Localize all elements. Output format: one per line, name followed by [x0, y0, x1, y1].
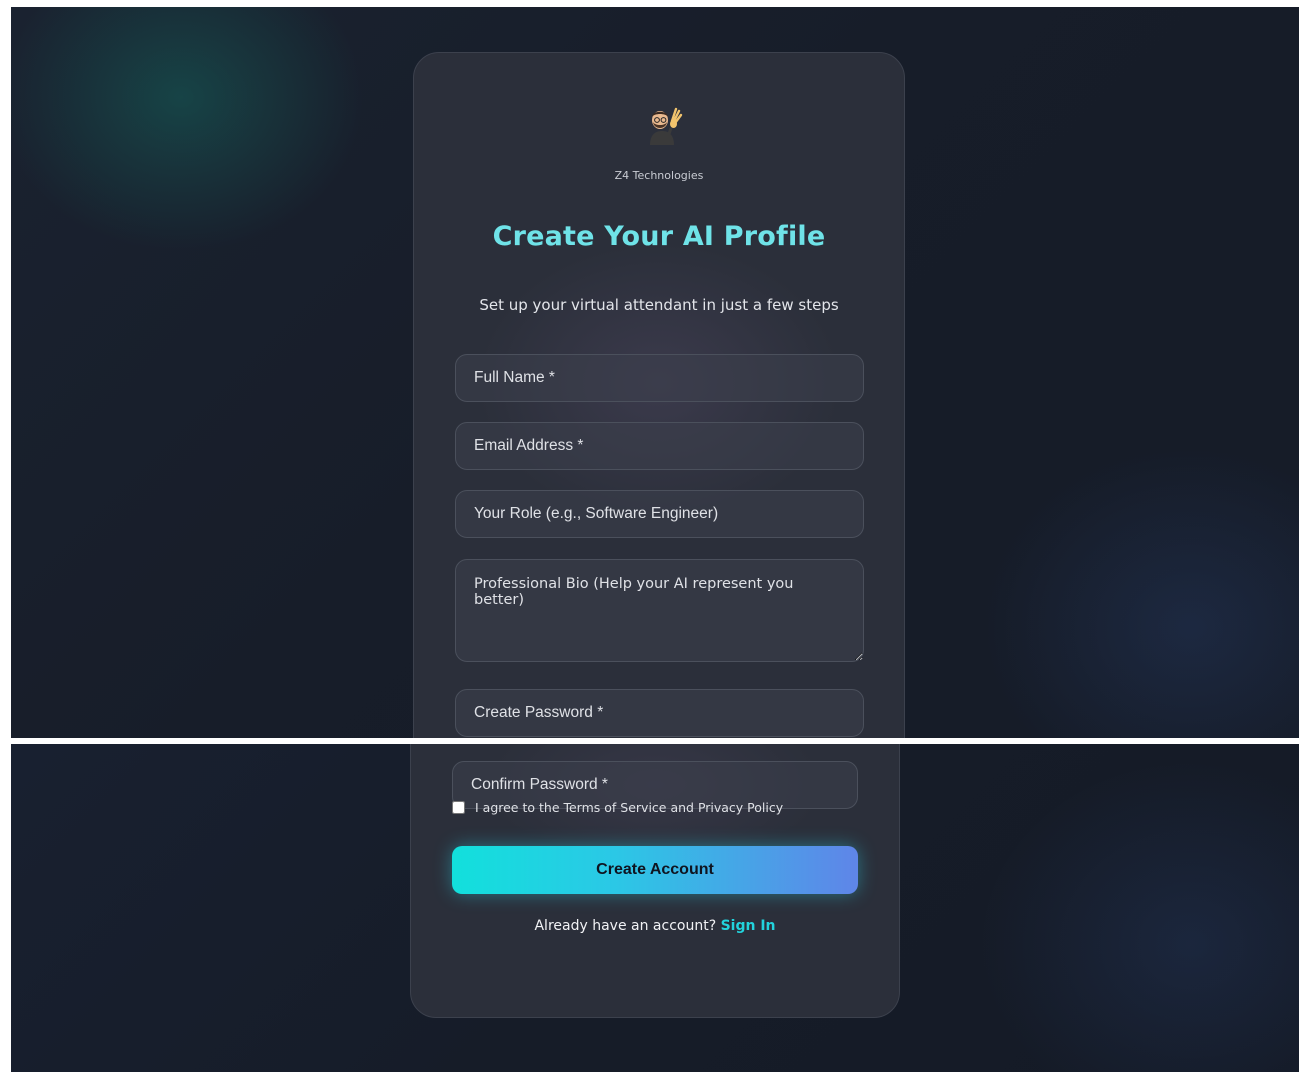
create-account-button[interactable]: Create Account	[452, 846, 858, 894]
sign-in-link[interactable]: Sign In	[721, 918, 776, 934]
terms-row[interactable]: I agree to the Terms of Service and Priv…	[452, 800, 783, 815]
password-input[interactable]	[455, 689, 864, 737]
page-title: Create Your AI Profile	[492, 221, 826, 252]
terms-label: I agree to the Terms of Service and Priv…	[475, 800, 784, 815]
bio-textarea[interactable]	[455, 559, 864, 662]
full-name-input[interactable]	[455, 354, 864, 402]
page-background-top: Z4 Technologies Create Your AI Profile S…	[11, 7, 1299, 738]
avatar-waving-icon	[650, 107, 683, 145]
page-subtitle: Set up your virtual attendant in just a …	[479, 296, 839, 314]
email-input[interactable]	[455, 422, 864, 470]
signup-card-continued: I agree to the Terms of Service and Priv…	[410, 744, 900, 1018]
role-input[interactable]	[455, 490, 864, 538]
signin-prompt: Already have an account? Sign In	[411, 918, 899, 934]
company-name: Z4 Technologies	[614, 169, 704, 182]
signup-card: Z4 Technologies Create Your AI Profile S…	[413, 52, 905, 738]
page-background-bottom: I agree to the Terms of Service and Priv…	[11, 744, 1299, 1072]
signin-prompt-text: Already have an account?	[534, 918, 717, 934]
terms-checkbox[interactable]	[452, 801, 465, 814]
